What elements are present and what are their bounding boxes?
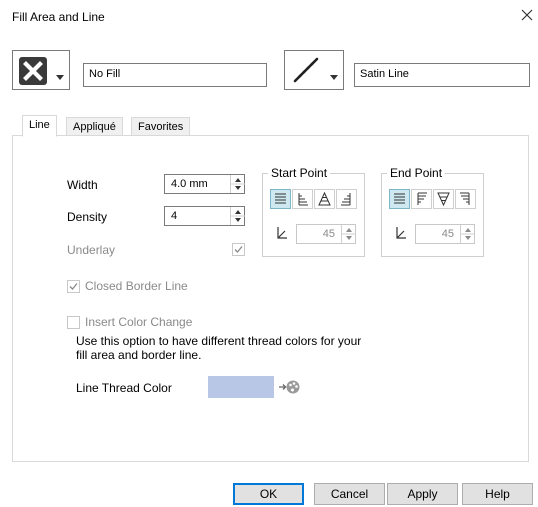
spin-buttons[interactable] <box>460 225 475 243</box>
start-point-title: Start Point <box>268 166 331 180</box>
underlay-label: Underlay <box>67 243 116 257</box>
width-stepper[interactable]: 4.0 mm <box>164 174 245 194</box>
no-fill-icon <box>19 57 47 88</box>
closed-border-checkbox[interactable] <box>67 280 80 293</box>
close-icon[interactable] <box>519 5 535 25</box>
color-picker-button[interactable] <box>278 377 300 400</box>
spin-buttons[interactable] <box>230 175 245 193</box>
end-angle-stepper[interactable]: 45 <box>415 224 475 244</box>
insert-color-change-checkbox[interactable] <box>67 316 80 329</box>
width-value: 4.0 mm <box>171 178 208 190</box>
apply-button[interactable]: Apply <box>387 483 458 505</box>
satin-line-icon <box>291 57 321 88</box>
start-point-right-button[interactable] <box>336 189 357 209</box>
fill-type-field[interactable]: No Fill <box>83 63 267 87</box>
end-point-center-button[interactable] <box>433 189 454 209</box>
end-point-left-button[interactable] <box>411 189 432 209</box>
line-thread-color-swatch[interactable] <box>208 376 274 398</box>
start-point-left-button[interactable] <box>292 189 313 209</box>
cancel-button[interactable]: Cancel <box>314 483 385 505</box>
end-point-right-button[interactable] <box>455 189 476 209</box>
line-type-field[interactable]: Satin Line <box>354 63 530 87</box>
start-point-flat-button[interactable] <box>270 189 291 209</box>
closed-border-label: Closed Border Line <box>85 279 188 293</box>
spin-buttons[interactable] <box>230 207 245 225</box>
color-change-description-line1: Use this option to have different thread… <box>76 334 362 348</box>
fill-type-button[interactable] <box>12 50 70 90</box>
spin-buttons[interactable] <box>341 225 356 243</box>
insert-color-change-label: Insert Color Change <box>85 315 193 329</box>
end-angle-value: 45 <box>441 228 454 240</box>
end-point-title: End Point <box>387 166 446 180</box>
chevron-down-icon <box>330 69 338 83</box>
color-change-description-line2: fill area and border line. <box>76 348 202 362</box>
chevron-down-icon <box>56 69 64 83</box>
help-button[interactable]: Help <box>462 483 533 505</box>
density-label: Density <box>67 210 108 224</box>
start-angle-stepper[interactable]: 45 <box>296 224 356 244</box>
start-point-group <box>262 173 365 257</box>
start-point-center-button[interactable] <box>314 189 335 209</box>
density-stepper[interactable]: 4 <box>164 206 245 226</box>
line-thread-color-label: Line Thread Color <box>76 381 172 395</box>
end-point-group <box>381 173 484 257</box>
angle-icon <box>275 226 289 243</box>
dialog-title: Fill Area and Line <box>12 10 105 24</box>
angle-icon <box>394 226 408 243</box>
ok-button[interactable]: OK <box>233 483 304 505</box>
line-type-button[interactable] <box>284 50 344 90</box>
palette-icon <box>278 380 300 400</box>
start-angle-value: 45 <box>322 228 335 240</box>
tab-line[interactable]: Line <box>22 115 57 137</box>
end-point-flat-button[interactable] <box>389 189 410 209</box>
underlay-checkbox[interactable] <box>232 243 245 256</box>
density-value: 4 <box>171 210 178 222</box>
width-label: Width <box>67 178 98 192</box>
